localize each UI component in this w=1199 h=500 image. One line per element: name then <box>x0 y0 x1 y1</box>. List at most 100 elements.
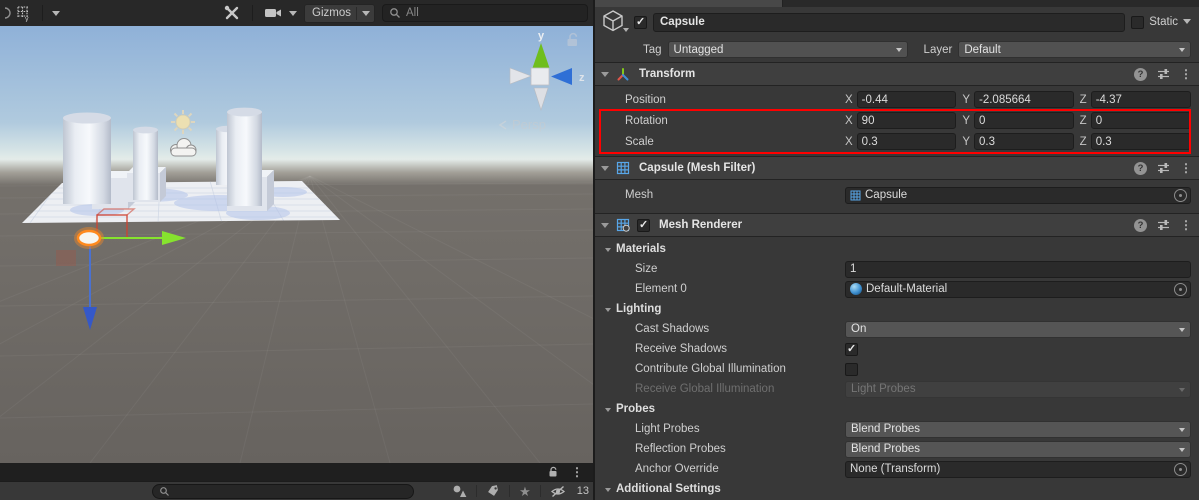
contribute-gi-checkbox[interactable] <box>845 363 858 376</box>
tools-overlay-icon[interactable] <box>223 4 241 22</box>
grid-icon: y <box>16 5 33 22</box>
anchor-override-row: Anchor Override None (Transform) <box>595 459 1199 479</box>
separator <box>509 485 510 497</box>
foldout-icon[interactable] <box>605 488 611 495</box>
camera-dropdown-arrow-icon[interactable] <box>289 11 297 20</box>
mesh-renderer-component-header[interactable]: Mesh Renderer ? ⋮ <box>595 213 1199 237</box>
grid-visibility-button[interactable]: y <box>16 5 60 22</box>
cylinder-object[interactable] <box>227 108 262 206</box>
kebab-menu-icon[interactable]: ⋮ <box>571 466 583 478</box>
presets-icon[interactable] <box>1157 68 1170 80</box>
foldout-icon[interactable] <box>601 166 609 175</box>
help-icon[interactable]: ? <box>1134 162 1147 175</box>
mesh-label: Mesh <box>595 189 845 201</box>
light-probes-dropdown[interactable]: Blend Probes <box>845 421 1191 438</box>
rotation-row: Rotation X Y Z <box>595 110 1199 131</box>
scene-search-input[interactable] <box>406 7 581 19</box>
selected-capsule-object[interactable] <box>78 231 100 245</box>
lighting-section-header: Lighting <box>595 299 1199 319</box>
rotation-x-input[interactable] <box>857 112 957 129</box>
panel-footer-bar: ⋮ <box>0 463 593 481</box>
gizmos-dropdown-arrow-icon[interactable] <box>362 11 370 20</box>
tag-dropdown[interactable]: Untagged <box>668 41 908 58</box>
hierarchy-search-input[interactable] <box>174 486 407 498</box>
tag-layer-row: Tag Untagged Layer Default <box>595 37 1199 62</box>
scale-x-input[interactable] <box>857 133 957 150</box>
rotation-z-input[interactable] <box>1091 112 1191 129</box>
help-icon[interactable]: ? <box>1134 219 1147 232</box>
materials-section-header: Materials <box>595 239 1199 259</box>
lock-icon[interactable] <box>547 466 559 478</box>
additional-settings-section-header: Additional Settings <box>595 479 1199 499</box>
materials-size-input[interactable] <box>845 261 1191 278</box>
scene-viewport[interactable]: y z Persp <box>0 26 593 463</box>
gameobject-cube-icon[interactable] <box>601 9 628 35</box>
position-label: Position <box>595 94 845 106</box>
receive-gi-dropdown: Light Probes <box>845 381 1191 398</box>
shapes-filter-icon[interactable] <box>452 484 467 498</box>
position-z-input[interactable] <box>1091 91 1191 108</box>
object-picker-icon[interactable] <box>1174 283 1187 296</box>
separator <box>540 485 541 497</box>
reflection-probes-dropdown[interactable]: Blend Probes <box>845 441 1191 458</box>
static-dropdown-arrow-icon[interactable] <box>1183 19 1191 28</box>
svg-text:y: y <box>25 16 29 22</box>
layer-label: Layer <box>924 44 953 56</box>
reflection-probes-row: Reflection Probes Blend Probes <box>595 439 1199 459</box>
kebab-menu-icon[interactable]: ⋮ <box>1180 162 1192 174</box>
tag-filter-icon[interactable] <box>486 484 500 498</box>
anchor-override-object-field[interactable]: None (Transform) <box>845 461 1191 478</box>
receive-shadows-checkbox[interactable] <box>845 343 858 356</box>
cast-shadows-dropdown[interactable]: On <box>845 321 1191 338</box>
camera-settings-button[interactable] <box>264 6 297 20</box>
position-y-input[interactable] <box>974 91 1074 108</box>
gizmo-center-cube[interactable] <box>531 68 549 85</box>
scene-search-field[interactable] <box>382 4 588 22</box>
inspector-tab-partial[interactable] <box>595 0 783 7</box>
active-checkbox[interactable] <box>634 16 647 29</box>
kebab-menu-icon[interactable]: ⋮ <box>1180 219 1192 231</box>
mesh-row: Mesh Capsule <box>595 184 1199 206</box>
rotation-y-input[interactable] <box>974 112 1074 129</box>
layer-dropdown[interactable]: Default <box>958 41 1191 58</box>
gizmos-button[interactable]: Gizmos <box>304 4 375 23</box>
position-x-input[interactable] <box>857 91 957 108</box>
mesh-icon <box>850 190 861 201</box>
transform-component-header[interactable]: Transform ? ⋮ <box>595 62 1199 86</box>
dropdown-arrow-icon <box>896 48 902 55</box>
directional-light-gizmo-icon[interactable] <box>171 110 195 134</box>
foldout-icon[interactable] <box>601 223 609 232</box>
axis-z-label: z <box>579 72 585 84</box>
element0-object-field[interactable]: Default-Material <box>845 281 1191 298</box>
mesh-renderer-body: Materials Size Element 0 Default-Materia… <box>595 237 1199 499</box>
mesh-filter-body: Mesh Capsule <box>595 180 1199 213</box>
object-picker-icon[interactable] <box>1174 189 1187 202</box>
mesh-renderer-enabled-checkbox[interactable] <box>637 219 650 232</box>
scale-y-input[interactable] <box>974 133 1074 150</box>
receive-gi-row: Receive Global Illumination Light Probes <box>595 379 1199 399</box>
hierarchy-search-field[interactable] <box>152 484 414 499</box>
cylinder-object[interactable] <box>63 113 111 205</box>
favorites-star-icon[interactable]: ★ <box>519 485 531 498</box>
presets-icon[interactable] <box>1157 219 1170 231</box>
object-picker-icon[interactable] <box>1174 463 1187 476</box>
grid-dropdown-arrow-icon[interactable] <box>52 11 60 20</box>
help-icon[interactable]: ? <box>1134 68 1147 81</box>
cylinder-object[interactable] <box>133 127 158 200</box>
mesh-object-field[interactable]: Capsule <box>845 187 1191 204</box>
kebab-menu-icon[interactable]: ⋮ <box>1180 68 1192 80</box>
static-checkbox[interactable] <box>1131 16 1144 29</box>
foldout-icon[interactable] <box>601 72 609 81</box>
gameobject-icon-dropdown-arrow[interactable] <box>623 28 629 35</box>
foldout-icon[interactable] <box>605 248 611 255</box>
presets-icon[interactable] <box>1157 162 1170 174</box>
ghost-selection-box <box>56 250 76 266</box>
mesh-filter-component-header[interactable]: Capsule (Mesh Filter) ? ⋮ <box>595 156 1199 180</box>
camera-icon <box>264 6 284 20</box>
gizmos-label: Gizmos <box>312 7 351 19</box>
foldout-icon[interactable] <box>605 408 611 415</box>
gameobject-name-input[interactable] <box>653 13 1125 32</box>
hidden-objects-eye-icon[interactable] <box>550 485 568 498</box>
scale-z-input[interactable] <box>1091 133 1191 150</box>
foldout-icon[interactable] <box>605 308 611 315</box>
